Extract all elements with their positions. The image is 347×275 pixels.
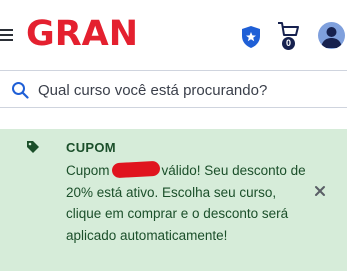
gran-logo[interactable]: GRAN <box>26 14 138 54</box>
app-header: GRAN 0 <box>0 0 347 70</box>
search-bar[interactable] <box>0 70 347 108</box>
coupon-message: Cupom válido! Seu desconto de 20% está at… <box>66 160 306 246</box>
hamburger-menu-icon[interactable] <box>0 27 14 43</box>
logo-text: GRAN <box>26 14 139 54</box>
redacted-coupon-code <box>111 160 160 179</box>
tag-icon <box>27 141 39 153</box>
search-input[interactable] <box>38 77 338 103</box>
user-avatar-icon[interactable] <box>318 22 345 49</box>
coupon-message-prefix: Cupom <box>66 163 110 178</box>
coupon-title: CUPOM <box>66 140 116 155</box>
search-icon <box>12 82 29 99</box>
cart-count-badge: 0 <box>282 37 295 50</box>
shield-star-icon[interactable] <box>240 25 262 49</box>
close-icon[interactable] <box>313 184 327 198</box>
